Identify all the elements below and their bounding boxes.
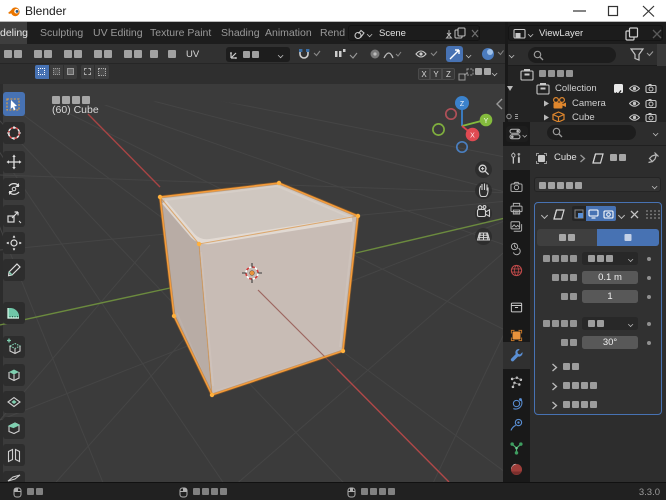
- svg-text:X: X: [470, 133, 475, 140]
- svg-text:Y: Y: [484, 118, 489, 125]
- svg-text:Z: Z: [460, 101, 465, 108]
